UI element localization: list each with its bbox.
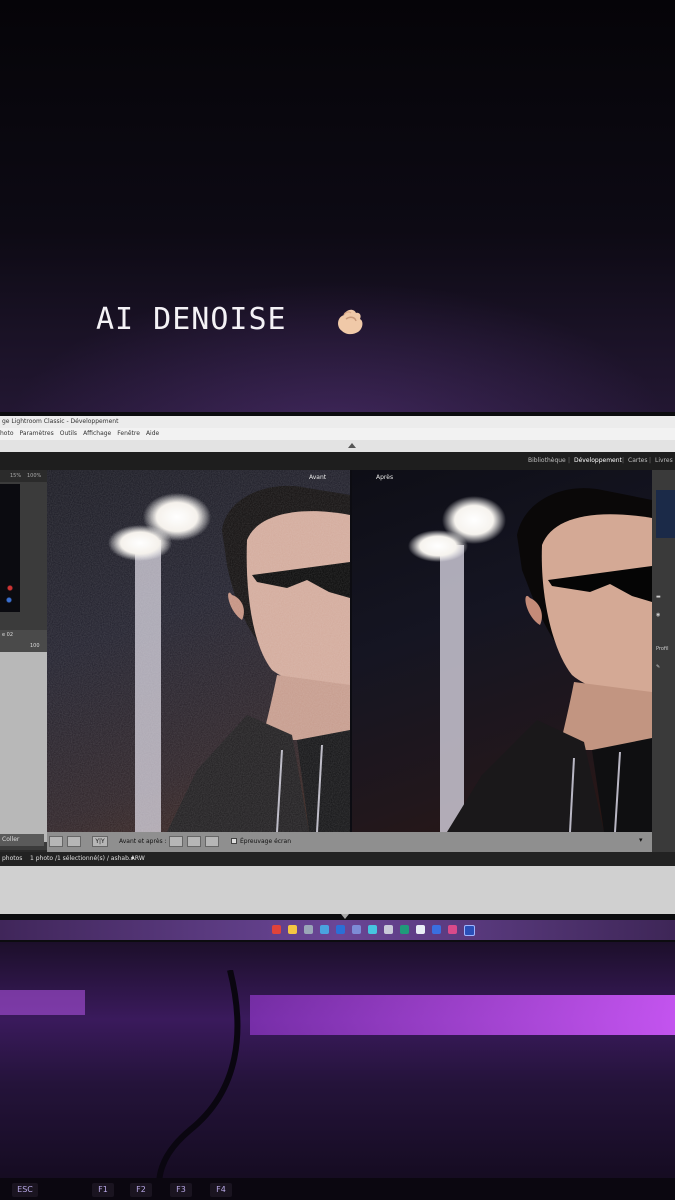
tool-strip-icon[interactable]: ▬ bbox=[656, 594, 661, 600]
windows-taskbar bbox=[0, 920, 675, 940]
chrome-icon[interactable] bbox=[272, 925, 281, 934]
preset-row[interactable]: e 02 100 bbox=[0, 630, 47, 652]
story-caption: AI DENOISE bbox=[96, 302, 287, 337]
desk-surface bbox=[0, 942, 675, 1200]
menu-item-photo[interactable]: hoto bbox=[0, 430, 14, 437]
menu-item-help[interactable]: Aide bbox=[146, 430, 159, 437]
eye-icon[interactable]: ◉ bbox=[656, 612, 660, 618]
collapse-up-icon[interactable] bbox=[348, 443, 356, 448]
left-panel-lower bbox=[0, 652, 47, 842]
menu-item-tools[interactable]: Outils bbox=[60, 430, 77, 437]
before-label: Avant bbox=[309, 474, 327, 481]
app-icon[interactable] bbox=[368, 925, 377, 934]
module-book[interactable]: Livres bbox=[655, 452, 673, 470]
module-map[interactable]: Cartes bbox=[628, 452, 648, 470]
app-icon[interactable] bbox=[384, 925, 393, 934]
navigator-preview[interactable] bbox=[0, 484, 20, 612]
monitor-cable bbox=[156, 970, 241, 1200]
menu-item-view[interactable]: Affichage bbox=[83, 430, 111, 437]
menu-bar: hoto Paramètres Outils Affichage Fenêtre Aide bbox=[0, 428, 675, 440]
app-icon[interactable] bbox=[416, 925, 425, 934]
app-icon[interactable] bbox=[336, 925, 345, 934]
preset-label: e 02 bbox=[2, 632, 14, 638]
photo-after: Après bbox=[352, 470, 652, 832]
paste-button[interactable]: Coller bbox=[0, 834, 44, 846]
navigator-preview-detail bbox=[5, 579, 15, 609]
desk-glow bbox=[0, 990, 85, 1015]
module-library[interactable]: Bibliothèque bbox=[528, 452, 566, 470]
after-label: Après bbox=[376, 474, 394, 481]
app-icon[interactable] bbox=[352, 925, 361, 934]
f3-key: F3 bbox=[170, 1183, 192, 1197]
before-after-view: Avant Après bbox=[47, 470, 652, 832]
softproof-checkbox[interactable] bbox=[231, 838, 237, 844]
lightroom-icon[interactable] bbox=[464, 925, 475, 936]
esc-key: ESC bbox=[12, 1183, 38, 1197]
eyedropper-icon[interactable]: ✎ bbox=[656, 664, 660, 670]
module-picker: Bibliothèque | Développement | Cartes | … bbox=[0, 452, 675, 470]
swap-settings-button[interactable] bbox=[205, 836, 219, 847]
develop-toolbar: Y|Y Avant et après : Épreuvage écran ▾ bbox=[47, 832, 652, 852]
photos-label: photos bbox=[2, 855, 23, 862]
filmstrip-bar: photos 1 photo /1 sélectionné(s) / ashab… bbox=[0, 852, 675, 866]
app-icon[interactable] bbox=[304, 925, 313, 934]
before-after-label: Avant et après : bbox=[119, 838, 167, 845]
module-develop[interactable]: Développement bbox=[574, 452, 622, 470]
f1-key: F1 bbox=[92, 1183, 114, 1197]
module-separator: | bbox=[622, 457, 625, 464]
loupe-view-button[interactable] bbox=[49, 836, 63, 847]
f4-key: F4 bbox=[210, 1183, 232, 1197]
filmstrip-area bbox=[0, 866, 675, 914]
preset-value: 100 bbox=[30, 643, 40, 649]
pinching-hand-emoji-icon bbox=[332, 303, 368, 339]
window-title: ge Lightroom Classic - Développement bbox=[0, 416, 675, 428]
navigator-header: 15% 100% bbox=[0, 470, 47, 482]
selection-dropdown-chevron-icon[interactable]: ▾ bbox=[131, 852, 134, 866]
top-panel-collapse-bar[interactable] bbox=[0, 440, 675, 452]
lightroom-window: ge Lightroom Classic - Développement hot… bbox=[0, 416, 675, 914]
desk-glow bbox=[250, 995, 675, 1035]
f2-key: F2 bbox=[130, 1183, 152, 1197]
module-separator: | bbox=[568, 457, 571, 464]
toolbar-options-chevron-icon[interactable]: ▾ bbox=[639, 836, 643, 844]
before-after-mode-button[interactable]: Y|Y bbox=[92, 836, 108, 847]
module-separator: | bbox=[649, 457, 652, 464]
app-icon[interactable] bbox=[448, 925, 457, 934]
menu-item-window[interactable]: Fenêtre bbox=[117, 430, 140, 437]
histogram bbox=[656, 490, 675, 538]
copy-after-to-before-button[interactable] bbox=[187, 836, 201, 847]
copy-before-to-after-button[interactable] bbox=[169, 836, 183, 847]
profile-label: Profil bbox=[656, 646, 669, 652]
collapse-down-icon[interactable] bbox=[341, 914, 349, 919]
compare-view-button[interactable] bbox=[67, 836, 81, 847]
folder-icon[interactable] bbox=[288, 925, 297, 934]
softproof-label: Épreuvage écran bbox=[240, 838, 291, 845]
app-icon[interactable] bbox=[400, 925, 409, 934]
menu-item-settings[interactable]: Paramètres bbox=[20, 430, 54, 437]
app-icon[interactable] bbox=[320, 925, 329, 934]
left-panel: 15% 100% e 02 100 bbox=[0, 470, 47, 850]
app-icon[interactable] bbox=[432, 925, 441, 934]
zoom-option-b[interactable]: 100% bbox=[27, 470, 41, 482]
selection-info[interactable]: 1 photo /1 sélectionné(s) / ashab.ARW bbox=[30, 852, 145, 866]
photo-before: Avant bbox=[47, 470, 350, 832]
zoom-option-a[interactable]: 15% bbox=[10, 470, 21, 482]
right-panel: ▬ ◉ Profil ✎ bbox=[652, 470, 675, 852]
